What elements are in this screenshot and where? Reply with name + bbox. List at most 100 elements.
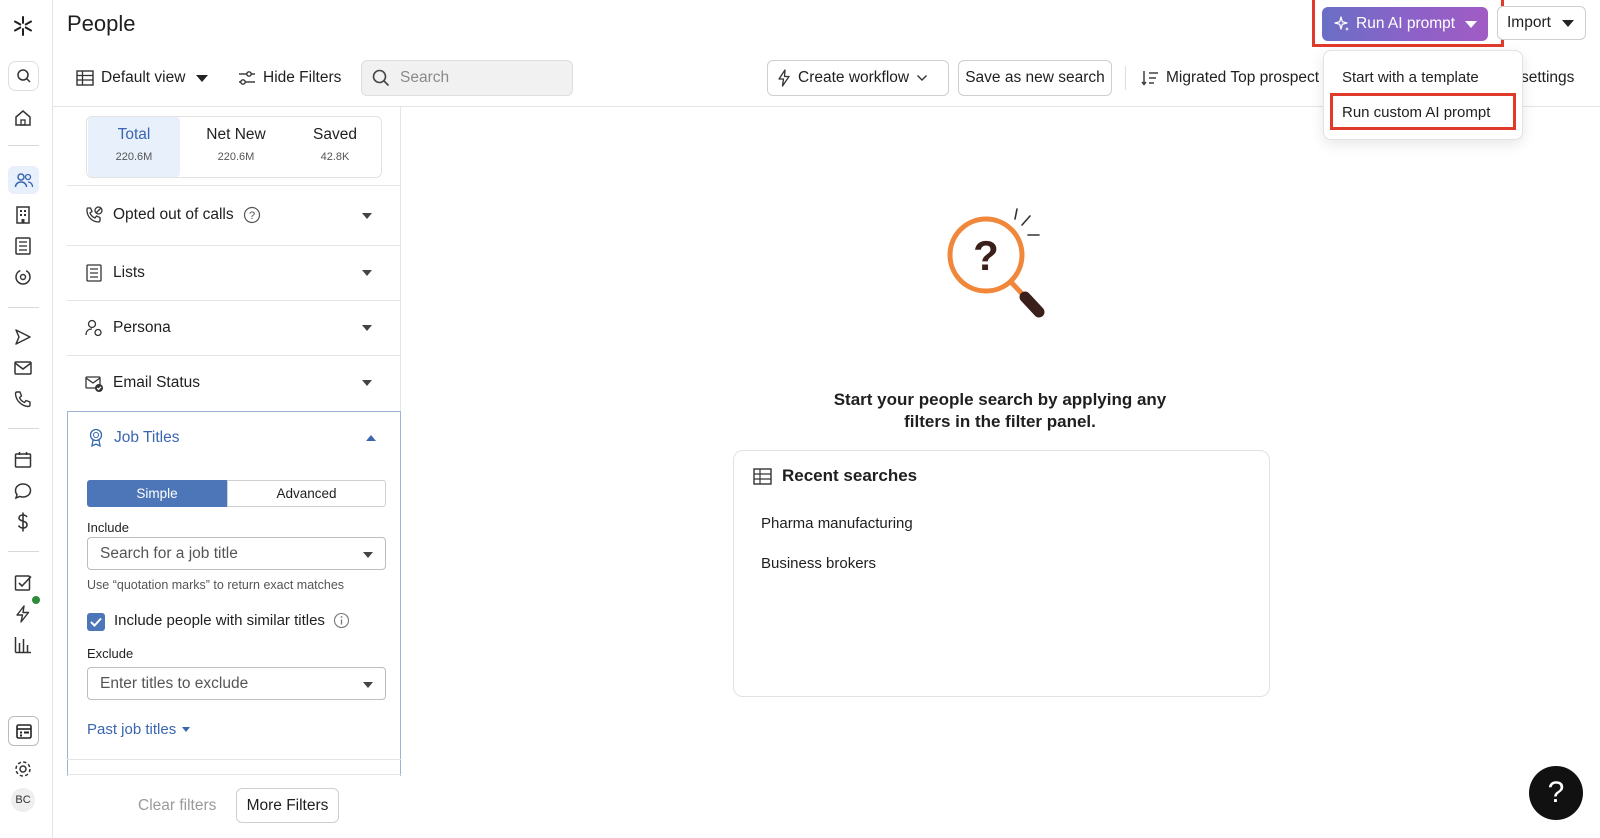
job-title-exclude-input[interactable]: Enter titles to exclude — [87, 667, 386, 700]
job-titles-header[interactable]: Job Titles — [87, 428, 179, 448]
filter-email-status[interactable]: Email Status — [67, 356, 401, 411]
companies-icon[interactable] — [11, 203, 35, 227]
recent-search-item[interactable]: Business brokers — [761, 555, 876, 572]
menu-item-template[interactable]: Start with a template — [1342, 69, 1479, 86]
chevron-down-icon — [917, 75, 928, 81]
sliders-icon — [239, 71, 255, 85]
hide-filters-label: Hide Filters — [263, 69, 342, 86]
include-placeholder: Search for a job title — [100, 544, 238, 562]
mail-icon[interactable] — [11, 356, 35, 380]
recent-searches-card: Recent searches Pharma manufacturing Bus… — [733, 450, 1270, 697]
lightning-icon — [778, 69, 790, 87]
lists-icon — [86, 264, 102, 282]
table-icon — [76, 70, 94, 86]
meetings-icon[interactable] — [8, 716, 39, 746]
magnifier-question-icon: ? — [944, 203, 1054, 328]
filter-lists[interactable]: Lists — [67, 246, 401, 301]
workflows-icon[interactable] — [11, 596, 40, 626]
phone-blocked-icon — [86, 206, 103, 223]
tab-total-count: 220.6M — [115, 151, 153, 163]
check-icon — [90, 617, 102, 627]
tab-total[interactable]: Total 220.6M — [88, 117, 180, 177]
divider — [67, 759, 401, 760]
job-title-include-input[interactable]: Search for a job title — [87, 537, 386, 570]
similar-titles-checkbox[interactable] — [87, 613, 105, 631]
filter-opted-out[interactable]: Opted out of calls ? — [67, 186, 401, 246]
empty-state-line-2: filters in the filter panel. — [904, 412, 1096, 431]
page-title: People — [67, 11, 136, 36]
tab-saved[interactable]: Saved 42.8K — [289, 117, 381, 177]
home-icon[interactable] — [11, 106, 35, 130]
save-search-button[interactable]: Save as new search — [958, 60, 1112, 96]
filter-persona[interactable]: Persona — [67, 301, 401, 356]
settings-icon[interactable] — [11, 757, 35, 781]
tracking-icon[interactable] — [11, 265, 35, 289]
default-view-dropdown[interactable]: Default view — [76, 67, 209, 89]
quotation-hint: Use “quotation marks” to return exact ma… — [87, 578, 345, 592]
empty-state-line-1: Start your people search by applying any — [833, 390, 1167, 409]
caret-down-icon — [1561, 19, 1574, 27]
notification-dot-icon — [32, 596, 40, 604]
table-icon — [753, 467, 772, 485]
create-workflow-button[interactable]: Create workflow — [767, 60, 949, 96]
import-label: Import — [1507, 14, 1551, 31]
tab-net-new-label: Net New — [206, 126, 266, 143]
sort-button[interactable]: Migrated Top prospect — [1141, 67, 1319, 89]
help-button[interactable]: ? — [1529, 766, 1583, 820]
mail-check-icon — [85, 376, 103, 392]
phone-icon[interactable] — [11, 387, 35, 411]
mode-simple-toggle[interactable]: Simple — [87, 480, 227, 507]
search-icon[interactable] — [8, 61, 39, 91]
create-workflow-label: Create workflow — [798, 69, 910, 86]
count-tabs: Total 220.6M Net New 220.6M Saved 42.8K — [86, 116, 382, 178]
search-input[interactable]: Search — [361, 60, 573, 96]
past-job-titles-link[interactable]: Past job titles — [87, 721, 191, 738]
recent-searches-title: Recent searches — [782, 466, 918, 485]
left-nav-rail: BC — [0, 0, 53, 838]
highlight-box — [1312, 0, 1504, 47]
more-filters-button[interactable]: More Filters — [236, 788, 339, 823]
conversations-icon[interactable] — [11, 479, 35, 503]
info-icon[interactable] — [333, 612, 350, 629]
highlight-box — [1330, 93, 1516, 130]
exclude-placeholder: Enter titles to exclude — [100, 674, 249, 692]
empty-state-message: Start your people search by applying any… — [760, 389, 1240, 433]
view-settings-label: settings — [1521, 69, 1575, 86]
help-circle-icon[interactable]: ? — [243, 206, 261, 224]
clear-filters-button[interactable]: Clear filters — [138, 797, 216, 815]
filter-email-status-label: Email Status — [113, 374, 201, 391]
chevron-down-icon — [362, 380, 372, 386]
toolbar-divider — [1125, 66, 1126, 90]
recent-search-item[interactable]: Pharma manufacturing — [761, 515, 913, 532]
tasks-icon[interactable] — [11, 571, 35, 595]
tab-net-new-count: 220.6M — [217, 151, 255, 163]
tab-saved-label: Saved — [313, 126, 357, 143]
sort-icon — [1141, 71, 1158, 86]
include-label: Include — [87, 520, 129, 535]
filter-persona-label: Persona — [113, 319, 171, 336]
people-icon[interactable] — [8, 166, 39, 194]
analytics-icon[interactable] — [11, 633, 35, 657]
mode-advanced-toggle[interactable]: Advanced — [227, 480, 386, 507]
chevron-down-icon — [362, 325, 372, 331]
deals-icon[interactable] — [11, 510, 35, 534]
divider — [67, 774, 401, 775]
caret-down-icon — [363, 552, 373, 558]
import-dropdown[interactable]: Import — [1497, 6, 1586, 40]
tab-total-label: Total — [117, 126, 151, 143]
hide-filters-button[interactable]: Hide Filters — [238, 67, 341, 89]
filter-lists-label: Lists — [113, 264, 145, 281]
sequences-icon[interactable] — [11, 325, 35, 349]
default-view-label: Default view — [101, 69, 186, 86]
tab-net-new[interactable]: Net New 220.6M — [190, 117, 282, 177]
caret-down-icon — [182, 727, 191, 732]
exclude-label: Exclude — [87, 646, 134, 661]
chevron-up-icon[interactable] — [366, 435, 376, 441]
avatar[interactable]: BC — [11, 788, 35, 812]
lists-icon[interactable] — [11, 234, 35, 258]
calendar-icon[interactable] — [11, 448, 35, 472]
view-settings-button[interactable]: settings — [1521, 67, 1574, 89]
logo-icon[interactable] — [11, 14, 35, 38]
save-search-label: Save as new search — [965, 69, 1105, 86]
chevron-down-icon — [362, 213, 372, 219]
